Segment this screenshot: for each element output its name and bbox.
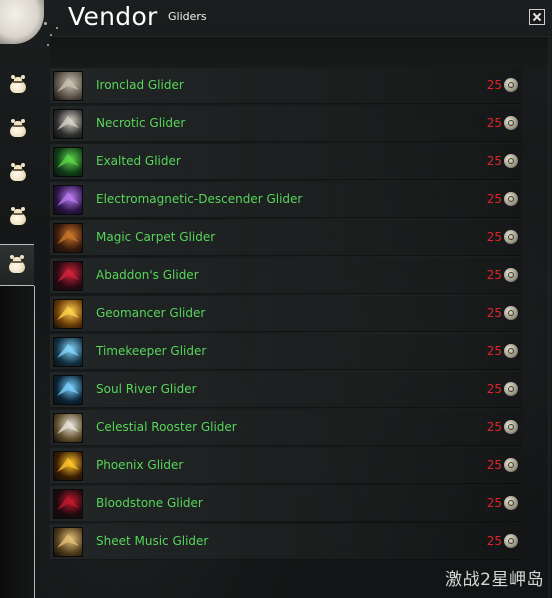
bag-icon bbox=[8, 255, 26, 273]
token-icon bbox=[504, 534, 518, 548]
token-icon bbox=[504, 154, 518, 168]
price-value: 25 bbox=[486, 192, 502, 206]
tab-bag-1[interactable] bbox=[0, 66, 36, 104]
vendor-item-row[interactable]: Bloodstone Glider 25 bbox=[50, 486, 522, 522]
price-value: 25 bbox=[486, 344, 502, 358]
token-icon bbox=[504, 230, 518, 244]
item-price: 25 bbox=[487, 230, 518, 244]
item-price: 25 bbox=[487, 344, 518, 358]
celestial-rooster-glider-icon bbox=[53, 413, 83, 443]
vendor-tab-strip bbox=[0, 66, 36, 598]
panel-edge bbox=[548, 36, 550, 598]
vendor-item-row[interactable]: Phoenix Glider 25 bbox=[50, 448, 522, 484]
tab-bag-2[interactable] bbox=[0, 110, 36, 148]
bloodstone-glider-icon bbox=[53, 489, 83, 519]
phoenix-glider-icon bbox=[53, 451, 83, 481]
price-value: 25 bbox=[486, 116, 502, 130]
close-button[interactable] bbox=[529, 9, 545, 25]
emblem-speck bbox=[56, 27, 58, 29]
electromagnetic-descender-glider-icon bbox=[53, 185, 83, 215]
vendor-item-row[interactable]: Necrotic Glider 25 bbox=[50, 106, 522, 142]
watermark: 激战2星岬岛 bbox=[445, 570, 544, 590]
item-price: 25 bbox=[487, 192, 518, 206]
item-price: 25 bbox=[487, 496, 518, 510]
emblem-speck bbox=[47, 44, 49, 46]
token-icon bbox=[504, 78, 518, 92]
token-icon bbox=[504, 496, 518, 510]
vendor-item-row[interactable]: Ironclad Glider 25 bbox=[50, 68, 522, 104]
price-value: 25 bbox=[486, 382, 502, 396]
vendor-item-row[interactable]: Celestial Rooster Glider 25 bbox=[50, 410, 522, 446]
vendor-item-row[interactable]: Soul River Glider 25 bbox=[50, 372, 522, 408]
sheet-music-glider-icon bbox=[53, 527, 83, 557]
token-icon bbox=[504, 268, 518, 282]
geomancer-glider-icon bbox=[53, 299, 83, 329]
item-price: 25 bbox=[487, 154, 518, 168]
item-name: Exalted Glider bbox=[96, 154, 181, 168]
tab-bag-3[interactable] bbox=[0, 154, 36, 192]
token-icon bbox=[504, 344, 518, 358]
item-name: Necrotic Glider bbox=[96, 116, 186, 130]
tab-divider bbox=[34, 286, 35, 598]
tab-bag-5[interactable] bbox=[0, 244, 34, 286]
soul-river-glider-icon bbox=[53, 375, 83, 405]
item-name: Soul River Glider bbox=[96, 382, 197, 396]
item-name: Sheet Music Glider bbox=[96, 534, 209, 548]
list-header-bar bbox=[50, 36, 550, 67]
magic-carpet-glider-icon bbox=[53, 223, 83, 253]
item-price: 25 bbox=[487, 116, 518, 130]
vendor-item-row[interactable]: Magic Carpet Glider 25 bbox=[50, 220, 522, 256]
price-value: 25 bbox=[486, 420, 502, 434]
item-name: Abaddon's Glider bbox=[96, 268, 199, 282]
vendor-item-row[interactable]: Exalted Glider 25 bbox=[50, 144, 522, 180]
item-name: Geomancer Glider bbox=[96, 306, 206, 320]
ironclad-glider-icon bbox=[53, 71, 83, 101]
item-price: 25 bbox=[487, 78, 518, 92]
vendor-item-row[interactable]: Timekeeper Glider 25 bbox=[50, 334, 522, 370]
item-price: 25 bbox=[487, 458, 518, 472]
price-value: 25 bbox=[486, 534, 502, 548]
token-icon bbox=[504, 116, 518, 130]
item-name: Timekeeper Glider bbox=[96, 344, 207, 358]
exalted-glider-icon bbox=[53, 147, 83, 177]
item-price: 25 bbox=[487, 268, 518, 282]
bag-icon bbox=[9, 75, 27, 93]
item-name: Bloodstone Glider bbox=[96, 496, 203, 510]
item-name: Magic Carpet Glider bbox=[96, 230, 216, 244]
item-price: 25 bbox=[487, 534, 518, 548]
item-name: Phoenix Glider bbox=[96, 458, 184, 472]
price-value: 25 bbox=[486, 458, 502, 472]
price-value: 25 bbox=[486, 496, 502, 510]
price-value: 25 bbox=[486, 230, 502, 244]
price-value: 25 bbox=[486, 268, 502, 282]
vendor-item-row[interactable]: Electromagnetic-Descender Glider 25 bbox=[50, 182, 522, 218]
bag-icon bbox=[9, 163, 27, 181]
abaddons-glider-icon bbox=[53, 261, 83, 291]
item-price: 25 bbox=[487, 382, 518, 396]
price-value: 25 bbox=[486, 78, 502, 92]
window-title: Vendor bbox=[68, 2, 158, 31]
item-price: 25 bbox=[487, 306, 518, 320]
token-icon bbox=[504, 420, 518, 434]
item-name: Ironclad Glider bbox=[96, 78, 184, 92]
necrotic-glider-icon bbox=[53, 109, 83, 139]
bag-icon bbox=[9, 207, 27, 225]
vendor-item-row[interactable]: Abaddon's Glider 25 bbox=[50, 258, 522, 294]
bag-icon bbox=[9, 119, 27, 137]
token-icon bbox=[504, 306, 518, 320]
token-icon bbox=[504, 382, 518, 396]
item-name: Electromagnetic-Descender Glider bbox=[96, 192, 303, 206]
item-name: Celestial Rooster Glider bbox=[96, 420, 237, 434]
vendor-item-row[interactable]: Geomancer Glider 25 bbox=[50, 296, 522, 332]
token-icon bbox=[504, 458, 518, 472]
emblem-speck bbox=[44, 22, 47, 25]
price-value: 25 bbox=[486, 306, 502, 320]
tab-bag-4[interactable] bbox=[0, 198, 36, 236]
price-value: 25 bbox=[486, 154, 502, 168]
item-price: 25 bbox=[487, 420, 518, 434]
window-subtitle: Gliders bbox=[168, 10, 207, 23]
vendor-item-row[interactable]: Sheet Music Glider 25 bbox=[50, 524, 522, 560]
timekeeper-glider-icon bbox=[53, 337, 83, 367]
token-icon bbox=[504, 192, 518, 206]
